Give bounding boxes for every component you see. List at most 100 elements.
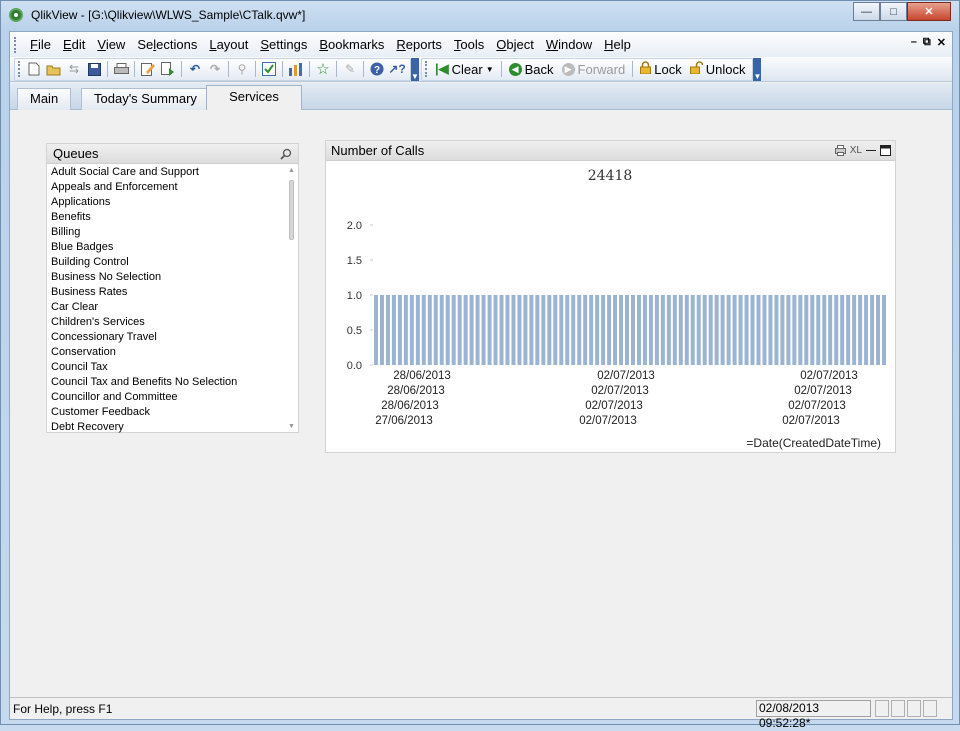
menu-bookmarks[interactable]: Bookmarks [313, 37, 390, 52]
reload-icon[interactable]: ⇆ [66, 61, 82, 77]
tab-main[interactable]: Main [17, 88, 72, 110]
menu-view[interactable]: View [91, 37, 131, 52]
chevron-down-icon[interactable]: ▼ [486, 65, 494, 74]
status-pane [891, 700, 905, 717]
tab-todays-summary[interactable]: Today's Summary [81, 88, 210, 110]
reload-data-icon[interactable] [160, 61, 176, 77]
menu-object[interactable]: Object [490, 37, 540, 52]
menu-reports[interactable]: Reports [390, 37, 448, 52]
maximize-icon[interactable] [880, 144, 891, 156]
search-icon[interactable] [280, 148, 292, 160]
listbox-scrollbar[interactable]: ▲ ▼ [286, 166, 297, 432]
toolbar-grip[interactable] [18, 61, 22, 77]
bar [720, 295, 725, 365]
menu-selections[interactable]: Selections [131, 37, 203, 52]
bar [463, 295, 468, 365]
scroll-up-arrow-icon[interactable]: ▲ [286, 166, 297, 176]
toolbar-overflow-button[interactable]: ▼ [753, 57, 762, 81]
listbox-item[interactable]: Customer Feedback [47, 405, 287, 420]
listbox-item[interactable]: Building Control [47, 255, 287, 270]
search-icon[interactable]: ⚲ [234, 61, 250, 77]
lock-button[interactable]: Lock [636, 59, 685, 79]
x-tick-label: 02/07/2013 [788, 400, 846, 412]
bar [636, 295, 641, 365]
bar [828, 295, 833, 365]
bar [385, 295, 390, 365]
clear-button[interactable]: |◀ Clear ▼ [431, 59, 498, 79]
menu-help[interactable]: Help [598, 37, 637, 52]
toolbar-grip[interactable] [425, 61, 429, 77]
listbox-item[interactable]: Conservation [47, 345, 287, 360]
listbox-items: Adult Social Care and Support Appeals and… [47, 165, 287, 433]
undo-icon[interactable]: ↶ [187, 61, 203, 77]
listbox-item[interactable]: Business Rates [47, 285, 287, 300]
bar [625, 295, 629, 365]
bar [541, 295, 546, 365]
bar [846, 295, 851, 365]
selections-icon[interactable] [261, 61, 277, 77]
back-arrow-icon: ◀ [508, 62, 522, 76]
redo-icon[interactable]: ↷ [207, 61, 223, 77]
menu-file[interactable]: File [24, 37, 57, 52]
save-icon[interactable] [86, 61, 102, 77]
bar [876, 295, 881, 365]
bar [870, 295, 875, 365]
listbox-item[interactable]: Benefits [47, 210, 287, 225]
menu-window[interactable]: Window [540, 37, 598, 52]
edit-script-icon[interactable] [140, 61, 156, 77]
listbox-item[interactable]: Concessionary Travel [47, 330, 287, 345]
bar [374, 295, 378, 365]
listbox-item[interactable]: Appeals and Enforcement [47, 180, 287, 195]
scroll-down-arrow-icon[interactable]: ▼ [286, 422, 297, 432]
new-document-icon[interactable] [26, 61, 42, 77]
bar [391, 295, 396, 365]
bar [415, 295, 420, 365]
tab-services[interactable]: Services [206, 85, 302, 111]
listbox-item[interactable]: Adult Social Care and Support [47, 165, 287, 180]
open-folder-icon[interactable] [46, 61, 62, 77]
minimize-icon[interactable]: — [866, 144, 876, 156]
x-tick-label: 02/07/2013 [800, 370, 858, 382]
menubar-grip[interactable] [14, 36, 18, 53]
listbox-item[interactable]: Councillor and Committee [47, 390, 287, 405]
menu-tools[interactable]: Tools [448, 37, 490, 52]
x-tick-label: 02/07/2013 [597, 370, 655, 382]
listbox-caption[interactable]: Queues [47, 144, 298, 164]
context-help-icon[interactable]: ↗? [388, 61, 405, 77]
doc-close-button[interactable]: ✕ [937, 36, 946, 49]
listbox-item[interactable]: Applications [47, 195, 287, 210]
forward-button[interactable]: ▶ Forward [558, 59, 630, 79]
toolbar-overflow-button[interactable]: ▼ [411, 57, 419, 81]
close-button[interactable]: ✕ [907, 2, 951, 21]
bar [642, 295, 647, 365]
listbox-item[interactable]: Business No Selection [47, 270, 287, 285]
menu-settings[interactable]: Settings [254, 37, 313, 52]
listbox-item[interactable]: Debt Recovery [47, 420, 287, 433]
svg-text:?: ? [374, 65, 380, 76]
help-icon[interactable]: ? [369, 61, 385, 77]
bar [882, 295, 886, 365]
print-icon[interactable] [834, 144, 846, 156]
unlock-button[interactable]: Unlock [686, 59, 750, 79]
print-icon[interactable] [113, 61, 129, 77]
listbox-item[interactable]: Billing [47, 225, 287, 240]
maximize-button[interactable]: □ [880, 2, 907, 21]
menu-edit[interactable]: Edit [57, 37, 91, 52]
menu-layout[interactable]: Layout [203, 37, 254, 52]
minimize-button[interactable]: — [853, 2, 880, 21]
doc-restore-button[interactable]: ⧉ [923, 36, 931, 49]
listbox-item[interactable]: Children's Services [47, 315, 287, 330]
listbox-item[interactable]: Car Clear [47, 300, 287, 315]
new-sheet-object-icon[interactable] [288, 61, 304, 77]
doc-minimize-button[interactable]: – [911, 36, 917, 49]
back-button[interactable]: ◀ Back [505, 59, 558, 79]
scroll-thumb[interactable] [289, 180, 294, 240]
edit-module-icon[interactable]: ✎ [342, 61, 358, 77]
listbox-item[interactable]: Council Tax [47, 360, 287, 375]
xl-icon[interactable]: XL [850, 144, 862, 156]
chart-caption[interactable]: Number of Calls XL — [326, 141, 895, 161]
bookmark-star-icon[interactable]: ☆ [315, 61, 331, 78]
resize-grip[interactable] [939, 700, 949, 717]
listbox-item[interactable]: Council Tax and Benefits No Selection [47, 375, 287, 390]
listbox-item[interactable]: Blue Badges [47, 240, 287, 255]
